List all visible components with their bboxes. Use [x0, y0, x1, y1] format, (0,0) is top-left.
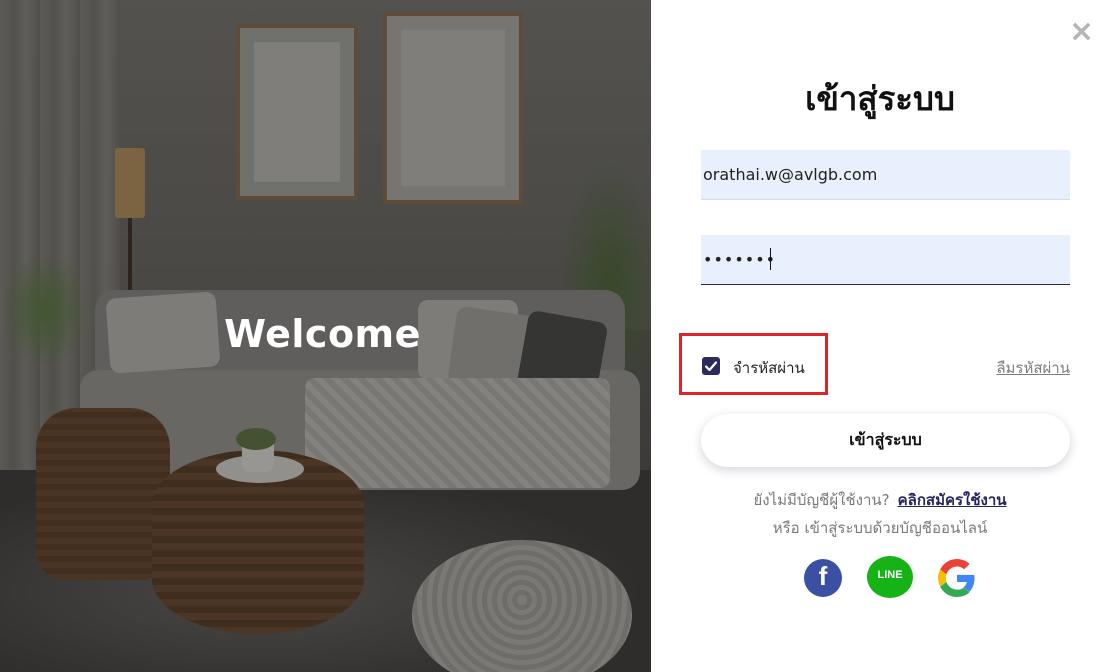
check-icon: [704, 361, 718, 372]
google-login-button[interactable]: [938, 559, 976, 597]
forgot-password-link[interactable]: ลืมรหัสผ่าน: [996, 356, 1070, 380]
login-title: เข้าสู่ระบบ: [805, 79, 955, 118]
facebook-login-button[interactable]: f: [804, 559, 842, 597]
line-login-button[interactable]: LINE: [867, 556, 913, 598]
line-icon: LINE: [877, 569, 903, 581]
no-account-text: ยังไม่มีบัญชีผู้ใช้งาน?: [753, 491, 890, 509]
email-field[interactable]: [701, 150, 1070, 200]
welcome-heading: Welcome: [224, 312, 421, 356]
remember-label[interactable]: จำรหัสผ่าน: [733, 356, 805, 380]
login-panel: × เข้าสู่ระบบ จำรหัสผ่าน ลืมรหัสผ่าน เข้…: [651, 0, 1109, 672]
social-login-text: หรือ เข้าสู่ระบบด้วยบัญชีออนไลน์: [772, 519, 988, 537]
password-field[interactable]: [701, 235, 1070, 285]
remember-checkbox[interactable]: [702, 357, 720, 375]
google-icon: [938, 559, 975, 597]
signup-link[interactable]: คลิกสมัครใช้งาน: [898, 491, 1007, 509]
login-button[interactable]: เข้าสู่ระบบ: [701, 414, 1070, 467]
signup-row: ยังไม่มีบัญชีผู้ใช้งาน? คลิกสมัครใช้งาน: [651, 488, 1109, 512]
facebook-icon: f: [818, 561, 828, 591]
close-icon[interactable]: ×: [1069, 17, 1094, 47]
hero-image: Welcome: [0, 0, 651, 672]
text-caret: [770, 248, 771, 270]
login-page: Welcome × เข้าสู่ระบบ จำรหัสผ่าน ลืมรหัส…: [0, 0, 1109, 672]
